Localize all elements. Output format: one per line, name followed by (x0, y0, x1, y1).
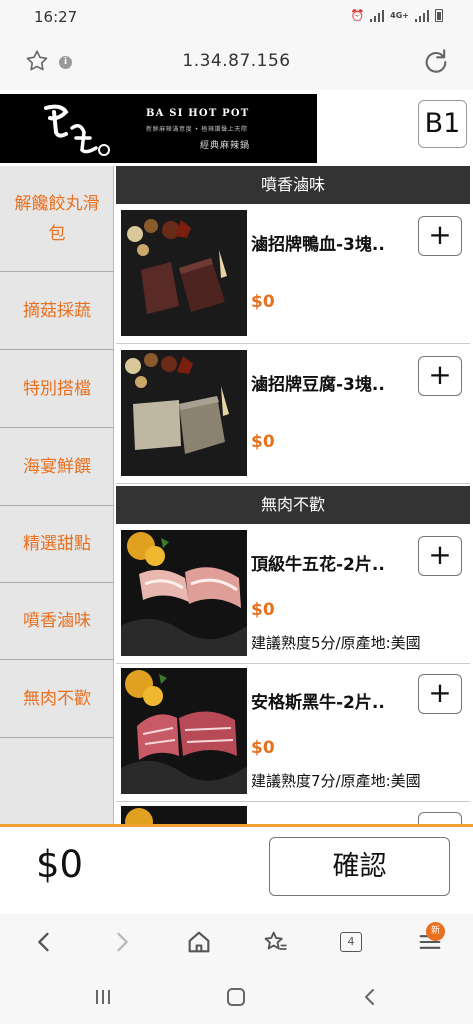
item-photo (121, 806, 247, 824)
system-back-icon[interactable] (358, 985, 382, 1009)
alarm-icon: ⏰ (350, 9, 365, 22)
bookmarks-icon[interactable] (262, 928, 290, 956)
sidebar-item-desserts[interactable]: 精選甜點 (0, 506, 114, 583)
home-button-icon[interactable] (224, 985, 248, 1009)
add-item-button-partial[interactable] (418, 812, 462, 824)
forward-icon[interactable] (108, 928, 136, 956)
item-name: 頂級牛五花-2片.. (251, 555, 385, 575)
category-sidebar: 解饞餃丸滑包 摘菇採蔬 特別搭檔 海宴鮮饌 精選甜點 噴香滷味 無肉不歡 (0, 166, 114, 824)
duck-blood-photo (121, 210, 247, 336)
menu-item[interactable]: 頂級牛五花-2片.. $0 建議熟度5分/原產地:美國 + (116, 526, 470, 664)
brand-tagline: 新鮮麻辣滿意度 • 極辣讚聲上天際 (146, 126, 248, 133)
sidebar-item-label: 海宴鮮饌 (23, 456, 91, 477)
item-name: 安格斯黑牛-2片.. (251, 693, 385, 713)
item-price: $0 (251, 432, 275, 452)
cart-total: $0 (36, 843, 84, 886)
sidebar-item-label: 精選甜點 (23, 534, 91, 554)
item-name: 滷招牌鴨血-3塊.. (251, 235, 385, 255)
reload-icon[interactable] (422, 48, 450, 76)
browser-nav: 4 (0, 914, 473, 970)
confirm-button[interactable]: 確認 (269, 837, 450, 896)
menu-item-partial[interactable] (116, 802, 470, 824)
signal-icon (370, 9, 385, 22)
item-note: 建議熟度5分/原產地:美國 (251, 634, 421, 652)
home-icon[interactable] (185, 928, 213, 956)
sidebar-item-dumplings[interactable]: 解饞餃丸滑包 (0, 166, 114, 272)
item-photo (121, 350, 247, 476)
address-bar: i 1.34.87.156 (0, 36, 473, 90)
menu-item[interactable]: 安格斯黑牛-2片.. $0 建議熟度7分/原產地:美國 + (116, 664, 470, 802)
recents-icon[interactable] (92, 986, 114, 1008)
item-photo (121, 210, 247, 336)
sidebar-item-specials[interactable]: 特別搭檔 (0, 350, 114, 428)
item-photo (121, 530, 247, 656)
sidebar-item-label: 摘菇採蔬 (23, 300, 91, 321)
menu-item[interactable]: 滷招牌豆腐-3塊.. $0 + (116, 346, 470, 484)
sidebar-item-label: 噴香滷味 (23, 611, 91, 631)
tofu-photo (121, 350, 247, 476)
beef-belly-photo (121, 530, 247, 656)
sidebar-item-seafood[interactable]: 海宴鮮饌 (0, 428, 114, 506)
item-photo (121, 668, 247, 794)
brand-subtitle: 經典麻辣鍋 (200, 141, 251, 151)
add-item-button[interactable]: + (418, 674, 462, 714)
app-root: { "status_bar": {"time": "16:27", "netwo… (0, 0, 473, 1024)
angus-beef-photo (121, 668, 247, 794)
menu-content: 噴香滷味 滷招牌鴨血-3塊.. $0 + 滷招牌豆腐-3塊.. $0 + 無肉不… (116, 166, 473, 824)
add-item-button[interactable]: + (418, 356, 462, 396)
back-icon[interactable] (30, 928, 58, 956)
sidebar-item-braised[interactable]: 噴香滷味 (0, 583, 114, 660)
item-price: $0 (251, 600, 275, 620)
next-item-photo (125, 808, 153, 824)
section-header: 噴香滷味 (116, 166, 470, 204)
url-text[interactable]: 1.34.87.156 (0, 51, 473, 71)
brand-logo-icon (44, 104, 110, 156)
system-nav (0, 970, 473, 1024)
sidebar-item-meat[interactable]: 無肉不歡 (0, 660, 114, 738)
section-header: 無肉不歡 (116, 486, 470, 524)
restaurant-banner: BA SI HOT POT 新鮮麻辣滿意度 • 極辣讚聲上天際 經典麻辣鍋 (0, 94, 317, 163)
item-note: 建議熟度7分/原產地:美國 (251, 772, 421, 790)
sidebar-item-label: 特別搭檔 (23, 378, 91, 399)
add-item-button[interactable]: + (418, 216, 462, 256)
battery-icon (435, 9, 443, 22)
status-icons: ⏰ 4G+ (350, 9, 443, 22)
sidebar-item-label: 解饞餃丸滑包 (14, 193, 100, 244)
brand-name: BA SI HOT POT (146, 108, 250, 119)
sidebar-item-vegetables[interactable]: 摘菇採蔬 (0, 272, 114, 350)
status-bar: 16:27 ⏰ 4G+ (0, 0, 473, 36)
item-name: 滷招牌豆腐-3塊.. (251, 375, 385, 395)
item-price: $0 (251, 738, 275, 758)
menu-badge: 新 (426, 922, 445, 941)
tabs-icon[interactable]: 4 (340, 932, 362, 952)
menu-item[interactable]: 滷招牌鴨血-3塊.. $0 + (116, 206, 470, 344)
status-time: 16:27 (34, 8, 78, 26)
item-price: $0 (251, 292, 275, 312)
add-item-button[interactable]: + (418, 536, 462, 576)
signal-icon-2 (415, 9, 429, 22)
cart-bar: $0 確認 (0, 827, 473, 913)
network-label: 4G+ (390, 11, 409, 20)
table-id-button[interactable]: B1 (418, 100, 467, 148)
sidebar-item-label: 無肉不歡 (23, 688, 91, 709)
